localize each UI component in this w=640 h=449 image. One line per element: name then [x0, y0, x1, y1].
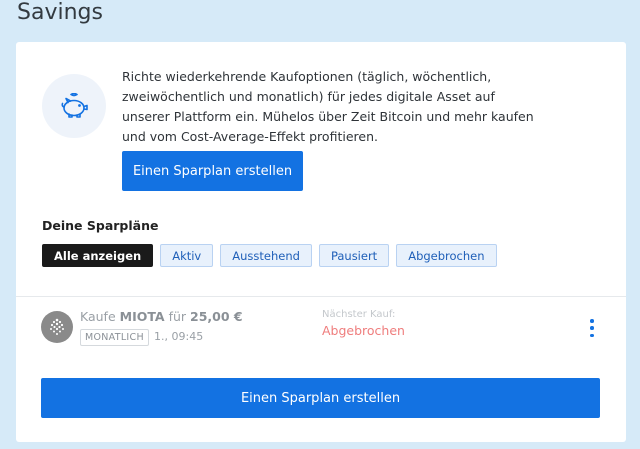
savings-card: Richte wiederkehrende Kaufoptionen (tägl…: [16, 42, 626, 442]
plan-date: 1., 09:45: [154, 330, 204, 343]
plan-amount: 25,00 €: [190, 309, 243, 324]
frequency-badge: MONATLICH: [80, 329, 149, 346]
plan-asset: MIOTA: [119, 309, 165, 324]
filter-cancelled[interactable]: Abgebrochen: [396, 244, 497, 267]
intro-text: Richte wiederkehrende Kaufoptionen (tägl…: [122, 69, 534, 144]
filter-pending[interactable]: Ausstehend: [220, 244, 312, 267]
plan-row: Kaufe MIOTA für 25,00 € MONATLICH 1., 09…: [16, 297, 626, 363]
create-plan-button[interactable]: Einen Sparplan erstellen: [122, 151, 303, 191]
filter-active[interactable]: Aktiv: [160, 244, 214, 267]
piggy-bank-icon: [42, 74, 106, 138]
plan-prefix: Kaufe: [80, 309, 116, 324]
plan-filters: Alle anzeigen Aktiv Ausstehend Pausiert …: [42, 244, 497, 267]
next-purchase-label: Nächster Kauf:: [322, 309, 396, 320]
plan-description: Kaufe MIOTA für 25,00 €: [80, 309, 243, 324]
more-options-icon[interactable]: [586, 317, 598, 339]
plan-status: Abgebrochen: [322, 323, 405, 338]
iota-icon: [41, 311, 73, 343]
filter-paused[interactable]: Pausiert: [318, 244, 390, 267]
plan-connector: für: [168, 309, 187, 324]
filter-all[interactable]: Alle anzeigen: [42, 244, 154, 267]
plans-title: Deine Sparpläne: [42, 218, 159, 233]
page-title: Savings: [17, 0, 103, 25]
create-plan-button-bottom[interactable]: Einen Sparplan erstellen: [41, 378, 600, 418]
